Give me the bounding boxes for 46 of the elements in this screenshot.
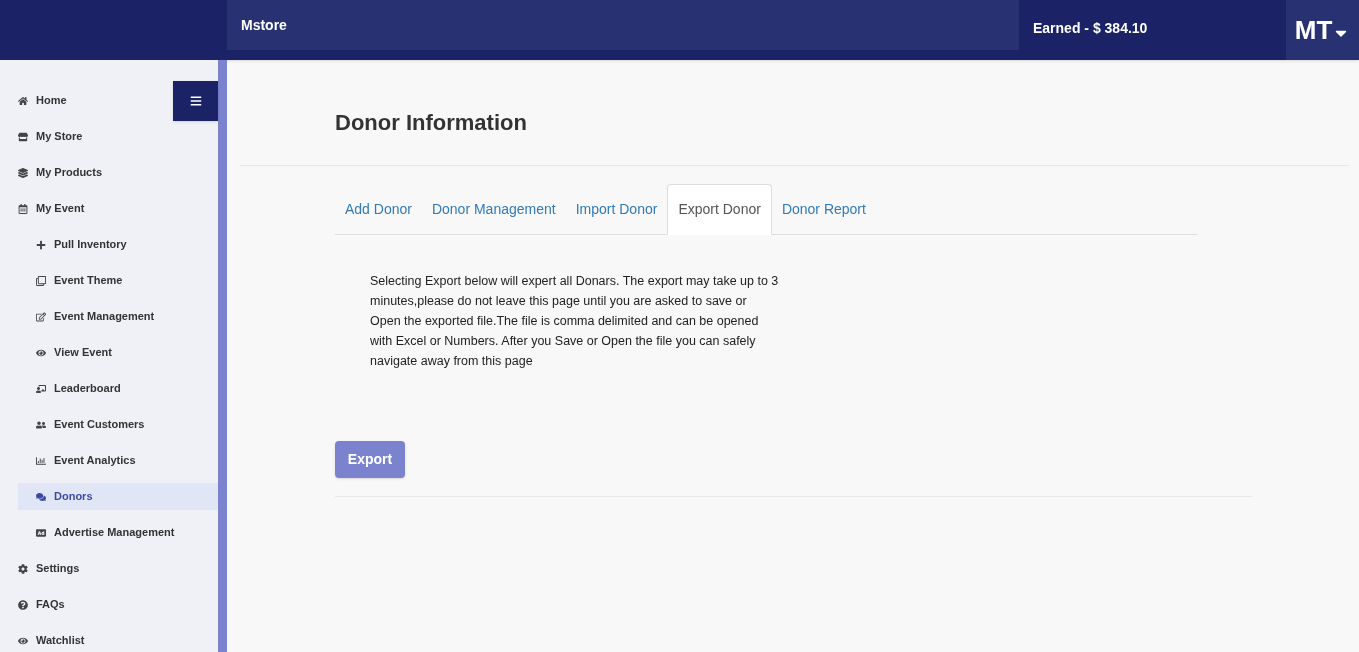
tab[interactable]: Export Donor — [667, 184, 772, 235]
brand: Mstore — [227, 0, 1019, 50]
eye-icon — [18, 635, 28, 646]
tab[interactable]: Import Donor — [565, 184, 668, 235]
sidebar-item[interactable]: Settings — [0, 555, 218, 582]
sidebar-item[interactable]: My Products — [0, 159, 218, 186]
settings-icon — [18, 563, 28, 574]
sidebar-item[interactable]: Donors — [18, 483, 218, 510]
earnings: Earned - $ 384.10 — [1032, 19, 1149, 38]
sidebar-item[interactable]: My Store — [0, 123, 218, 150]
home-icon — [18, 95, 28, 106]
sidebar-item[interactable]: Pull Inventory — [18, 231, 218, 258]
ad-icon — [36, 527, 46, 538]
tab[interactable]: Add Donor — [335, 184, 422, 235]
menu-button[interactable] — [173, 81, 218, 121]
help-icon — [18, 599, 28, 610]
chart-icon — [36, 455, 46, 466]
sidebar-item[interactable]: Watchlist — [0, 627, 218, 652]
sidebar-item[interactable]: Leaderboard — [18, 375, 218, 402]
user-menu[interactable]: MT — [1286, 0, 1359, 60]
layers-icon — [18, 167, 28, 178]
store-icon — [18, 131, 28, 142]
page-title: Donor Information — [335, 109, 528, 137]
copy-icon — [36, 275, 46, 286]
calendar-icon — [18, 203, 28, 214]
menu-icon — [189, 95, 202, 107]
sidebar-item[interactable]: My Event — [0, 195, 218, 222]
sidebar-scrollbar[interactable] — [218, 60, 227, 652]
tab[interactable]: Donor Management — [421, 184, 566, 235]
sidebar-item[interactable]: View Event — [18, 339, 218, 366]
sidebar-item[interactable]: Event Customers — [18, 411, 218, 438]
sidebar-item[interactable]: Home — [0, 87, 218, 114]
sidebar-item[interactable]: Event Management — [18, 303, 218, 330]
eye-icon — [36, 347, 46, 358]
users-icon — [36, 419, 46, 430]
export-button[interactable]: Export — [335, 441, 405, 478]
plus-icon — [36, 239, 46, 250]
edit-icon — [36, 311, 46, 322]
export-description: Selecting Export below will expert all Donars. The export may take up to 3 minutes,please do not leave this page until you are asked to save or Open the exported file.The file is comma delimited and can be opened with Excel or Numbers. After you Save or Open the file you can safely navigate away from this page — [370, 273, 780, 370]
presentation-icon — [36, 383, 46, 394]
sidebar-item[interactable]: FAQs — [0, 591, 218, 618]
sidebar-item[interactable]: Event Theme — [18, 267, 218, 294]
chat-icon — [36, 491, 46, 502]
sidebar-item[interactable]: Event Analytics — [18, 447, 218, 474]
sidebar-item[interactable]: Advertise Management — [18, 519, 218, 546]
tab[interactable]: Donor Report — [771, 184, 876, 235]
